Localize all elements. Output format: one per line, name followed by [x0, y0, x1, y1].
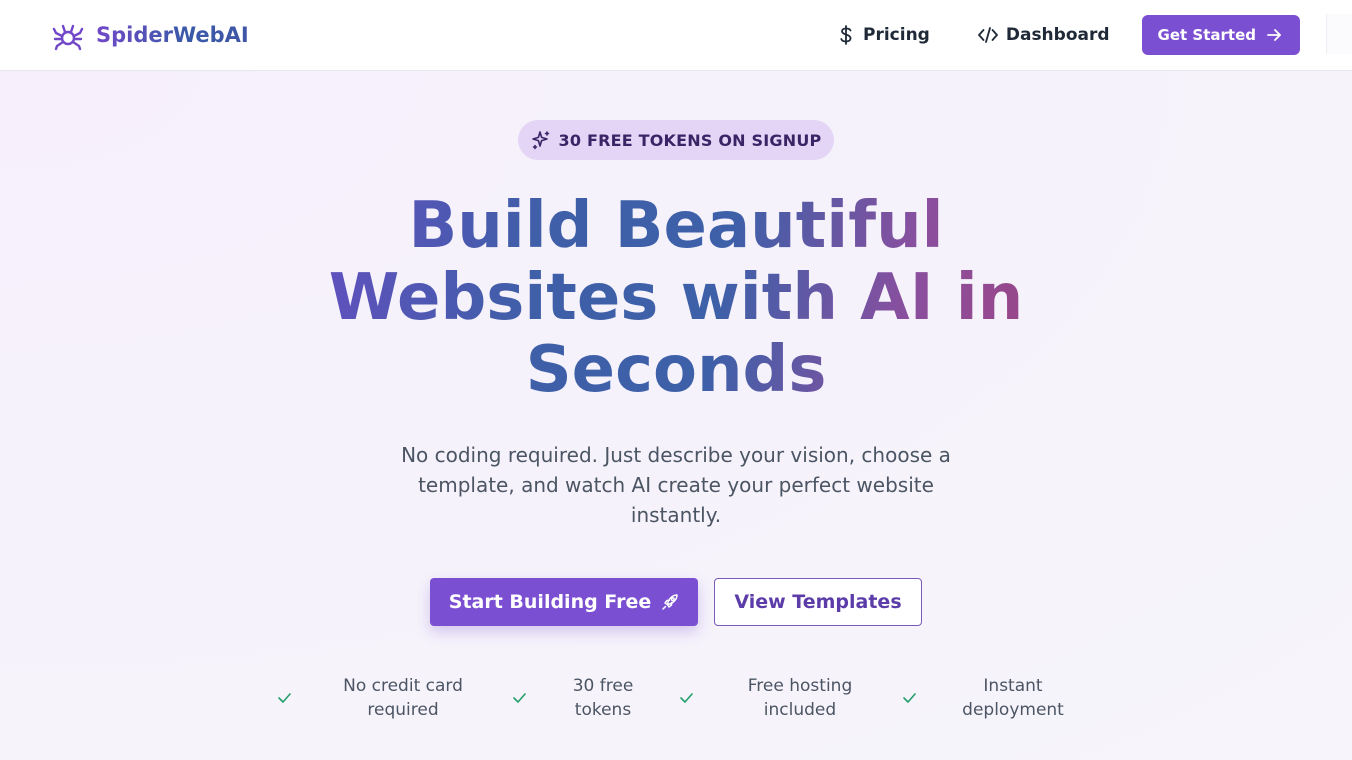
feature-label: 30 free tokens [572, 676, 634, 720]
brand-logo[interactable]: SpiderWebAI [52, 19, 249, 51]
nav-dashboard-label: Dashboard [1005, 25, 1110, 45]
sparkles-icon [531, 130, 551, 150]
feature-instant-deployment: Instant deployment [903, 674, 1083, 722]
check-icon [680, 693, 693, 703]
nav-pricing-label: Pricing [863, 25, 930, 45]
get-started-label: Get Started [1157, 26, 1256, 44]
feature-label: Instant deployment [962, 676, 1064, 720]
check-icon [903, 693, 916, 703]
badge-label: 30 FREE TOKENS ON SIGNUP [558, 130, 822, 150]
feature-label: No credit card required [343, 676, 463, 720]
feature-label: Free hosting included [747, 676, 853, 720]
header-edge-strip [1326, 14, 1352, 54]
start-building-label: Start Building Free [448, 591, 652, 613]
rocket-icon [661, 593, 679, 611]
arrow-right-icon [1266, 27, 1282, 43]
feature-free-hosting: Free hosting included [680, 674, 880, 722]
brand-name: SpiderWebAI [96, 23, 249, 47]
check-icon [513, 693, 526, 703]
nav-dashboard-link[interactable]: Dashboard [977, 25, 1110, 45]
code-icon [977, 26, 998, 44]
hero-background [0, 71, 1352, 760]
feature-no-credit-card: No credit card required [278, 674, 488, 722]
dollar-icon [837, 25, 855, 45]
hero-headline: Build Beautiful Websites with AI in Seco… [276, 190, 1076, 406]
hero-subtitle: No coding required. Just describe your v… [401, 443, 951, 527]
get-started-button[interactable]: Get Started [1141, 15, 1300, 55]
view-templates-button[interactable]: View Templates [714, 578, 922, 626]
spider-icon [52, 19, 84, 51]
start-building-button[interactable]: Start Building Free [430, 578, 698, 626]
free-tokens-badge: 30 FREE TOKENS ON SIGNUP [518, 120, 834, 160]
top-nav-bar: SpiderWebAI Pricing Dashboard Get Starte… [0, 0, 1352, 71]
nav-pricing-link[interactable]: Pricing [837, 25, 930, 45]
feature-free-tokens: 30 free tokens [513, 674, 653, 722]
main-nav: Pricing Dashboard Get Started [837, 15, 1300, 55]
check-icon [278, 693, 291, 703]
